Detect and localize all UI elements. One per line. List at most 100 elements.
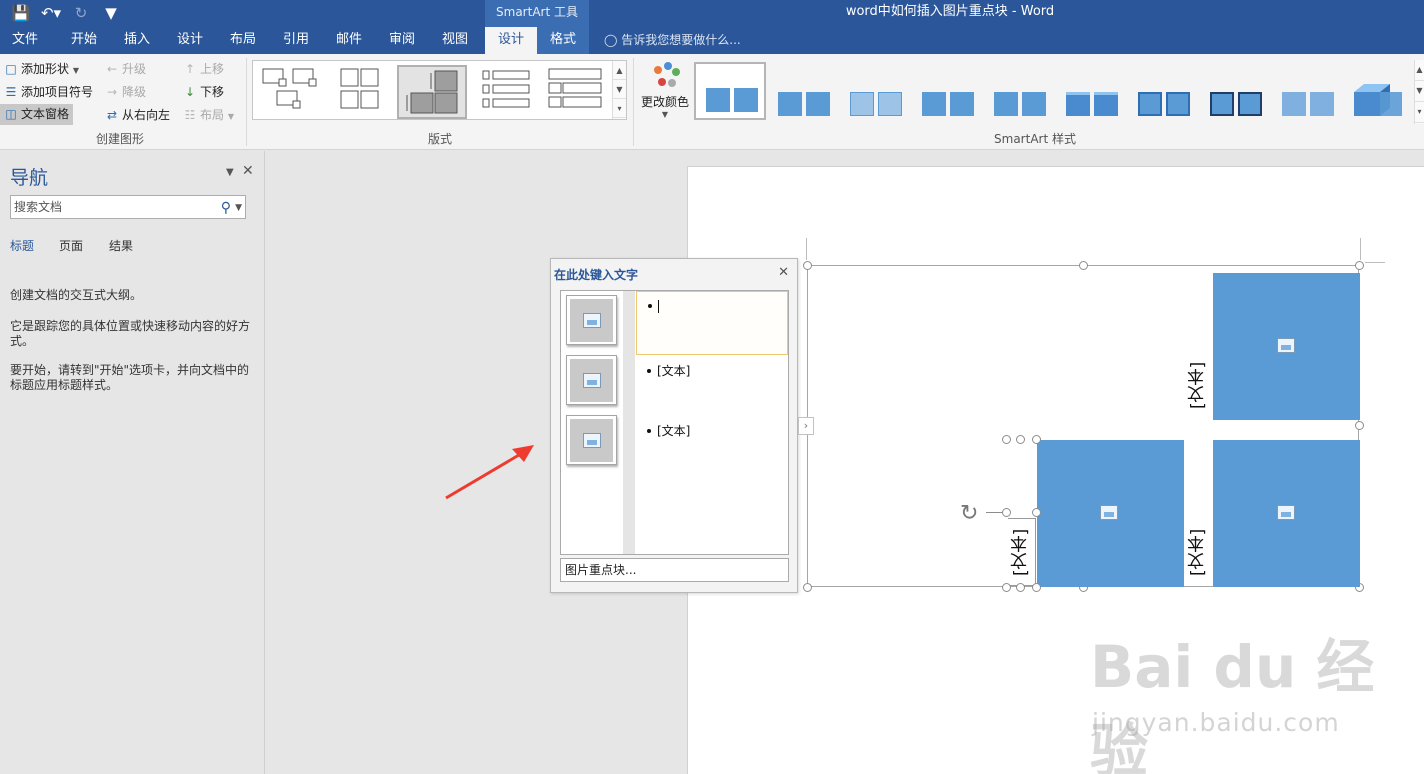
tab-view[interactable]: 视图: [430, 27, 480, 54]
text-pane-entry-2[interactable]: [文本]: [636, 362, 788, 379]
resize-handle[interactable]: [1002, 435, 1011, 444]
styles-gallery-scroll[interactable]: ▲ ▼ ▾: [1414, 60, 1424, 124]
tab-smartart-design[interactable]: 设计: [485, 27, 537, 54]
tab-home[interactable]: 开始: [58, 27, 110, 54]
style-swatch: [994, 92, 1018, 116]
resize-handle[interactable]: [1032, 583, 1041, 592]
style-option-9[interactable]: [1274, 70, 1338, 120]
layout-option-picture-accent-blocks[interactable]: [397, 65, 467, 119]
layouts-gallery-scroll[interactable]: ▲ ▼ ▾: [612, 61, 626, 119]
smartart-text-label-1[interactable]: [文本]: [1185, 350, 1213, 420]
tab-insert[interactable]: 插入: [112, 27, 162, 54]
picture-placeholder-icon[interactable]: [1100, 505, 1118, 520]
style-option-2[interactable]: [770, 70, 834, 120]
resize-handle[interactable]: [1032, 435, 1041, 444]
nav-options-icon[interactable]: ▼: [226, 167, 234, 178]
tab-mailings[interactable]: 邮件: [324, 27, 374, 54]
style-option-4[interactable]: [914, 70, 978, 120]
arrow-down-icon: ↓: [184, 85, 196, 99]
add-shape-button[interactable]: □ 添加形状 ▼: [3, 60, 79, 77]
nav-tab-results[interactable]: 结果: [109, 237, 133, 254]
smartart-text-label-3[interactable]: [文本]: [1185, 518, 1213, 586]
tell-me-box[interactable]: ◯ 告诉我您想要做什么...: [604, 27, 741, 54]
resize-handle[interactable]: [1016, 583, 1025, 592]
text-pane-entry-1[interactable]: [636, 291, 788, 355]
chevron-right-icon[interactable]: ›: [798, 417, 814, 435]
save-icon[interactable]: 💾: [10, 2, 32, 24]
picture-thumbnail-3[interactable]: [566, 415, 617, 465]
change-colors-label: 更改颜色: [640, 95, 689, 109]
change-colors-button[interactable]: 更改颜色 ▼: [640, 60, 690, 119]
tab-file[interactable]: 文件: [0, 27, 50, 54]
redo-icon[interactable]: ↻: [70, 2, 92, 24]
demote-button[interactable]: → 降级: [104, 83, 146, 100]
style-option-6[interactable]: [1058, 70, 1122, 120]
tab-review[interactable]: 审阅: [377, 27, 427, 54]
scroll-up-icon[interactable]: ▲: [613, 61, 626, 81]
search-icon[interactable]: ⚲: [221, 197, 231, 219]
nav-tab-headings[interactable]: 标题: [10, 237, 34, 254]
picture-block-1[interactable]: [1213, 273, 1360, 420]
watermark-url: jingyan.baidu.com: [1092, 708, 1340, 737]
style-swatch: [1282, 92, 1306, 116]
text-pane-entry-3[interactable]: [文本]: [636, 422, 788, 439]
resize-handle[interactable]: [1355, 421, 1364, 430]
rotate-handle-icon[interactable]: ↻: [960, 501, 978, 526]
palette-icon: [654, 62, 680, 87]
tab-design[interactable]: 设计: [165, 27, 215, 54]
scroll-up-icon[interactable]: ▲: [1415, 60, 1424, 82]
nav-tab-pages[interactable]: 页面: [59, 237, 83, 254]
tab-smartart-format[interactable]: 格式: [537, 27, 589, 54]
style-option-1[interactable]: [694, 62, 766, 120]
customize-icon[interactable]: ▼: [100, 2, 122, 24]
picture-thumbnail-2[interactable]: [566, 355, 617, 405]
close-icon[interactable]: ✕: [242, 163, 254, 179]
right-to-left-button[interactable]: ⇄ 从右向左: [104, 106, 170, 123]
style-swatch: [1094, 92, 1118, 116]
nav-search-input[interactable]: 搜索文档 ⚲ ▼: [10, 195, 246, 219]
text-pane-description-link[interactable]: 图片重点块...: [560, 558, 789, 582]
picture-placeholder-icon[interactable]: [1277, 338, 1295, 353]
add-bullet-button[interactable]: ☰ 添加项目符号: [3, 83, 93, 100]
scroll-down-icon[interactable]: ▼: [613, 80, 626, 100]
picture-block-2[interactable]: [1037, 440, 1184, 587]
resize-handle[interactable]: [803, 261, 812, 270]
move-up-button[interactable]: ↑ 上移: [182, 60, 224, 77]
layout-option-4[interactable]: [475, 65, 543, 119]
resize-handle[interactable]: [803, 583, 812, 592]
layouts-gallery[interactable]: ▲ ▼ ▾: [252, 60, 627, 120]
style-option-7[interactable]: [1130, 70, 1194, 120]
resize-handle[interactable]: [1032, 508, 1041, 517]
resize-handle[interactable]: [1002, 508, 1011, 517]
picture-block-3[interactable]: [1213, 440, 1360, 587]
picture-placeholder-icon[interactable]: [1277, 505, 1295, 520]
chevron-down-icon[interactable]: ▼: [235, 197, 242, 219]
scroll-down-icon[interactable]: ▼: [1415, 81, 1424, 103]
resize-handle[interactable]: [1016, 435, 1025, 444]
style-option-8[interactable]: [1202, 70, 1266, 120]
smartart-styles-gallery[interactable]: ▲ ▼ ▾: [694, 60, 1424, 124]
layout-button[interactable]: ☷ 布局 ▼: [182, 106, 234, 123]
tab-references[interactable]: 引用: [271, 27, 321, 54]
smartart-text-label-2[interactable]: [文本]: [1008, 518, 1036, 586]
bullet-icon: [647, 368, 651, 373]
layout-option-1[interactable]: [257, 65, 325, 119]
picture-thumbnail-1[interactable]: [566, 295, 617, 345]
text-pane-body[interactable]: [文本] [文本]: [560, 290, 789, 555]
resize-handle[interactable]: [1079, 261, 1088, 270]
layout-option-2[interactable]: [329, 65, 397, 119]
move-down-button[interactable]: ↓ 下移: [182, 83, 224, 100]
style-option-3[interactable]: [842, 70, 906, 120]
resize-handle[interactable]: [1355, 261, 1364, 270]
more-icon[interactable]: ▾: [613, 99, 626, 119]
undo-icon[interactable]: ↶▾: [40, 2, 62, 24]
style-option-5[interactable]: [986, 70, 1050, 120]
layout-option-5[interactable]: [543, 65, 611, 119]
resize-handle[interactable]: [1002, 583, 1011, 592]
style-option-10[interactable]: [1346, 70, 1410, 120]
promote-button[interactable]: ← 升级: [104, 60, 146, 77]
close-icon[interactable]: ✕: [778, 265, 789, 280]
tab-layout[interactable]: 布局: [218, 27, 268, 54]
more-icon[interactable]: ▾: [1415, 102, 1424, 124]
text-pane-button[interactable]: ◫ 文本窗格: [0, 104, 74, 125]
